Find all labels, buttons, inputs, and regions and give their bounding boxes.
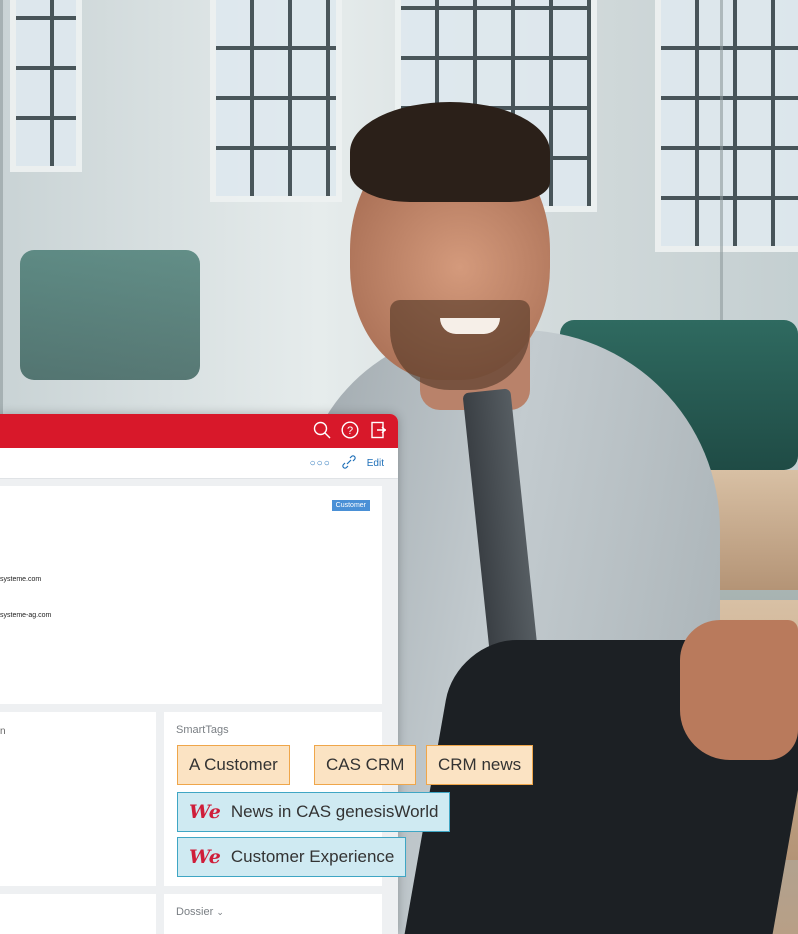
link-icon[interactable] [341, 455, 357, 472]
app-header: ? [0, 414, 398, 448]
help-icon[interactable]: ? [340, 420, 360, 440]
office-window [10, 0, 82, 172]
smarttag-label: A Customer [189, 755, 278, 774]
edit-button[interactable]: Edit [367, 458, 384, 469]
status-badge: Customer [331, 500, 370, 511]
dossier-label: Dossier [176, 906, 214, 918]
person-hand [680, 620, 798, 760]
record-details-panel: Customer systeme.com systeme-ag.com [0, 486, 382, 704]
more-dots-icon[interactable]: ○○○ [310, 458, 331, 469]
smarttag-label: CRM news [438, 755, 522, 774]
smarttag[interactable]: A Customer [177, 745, 290, 785]
person-hair [350, 102, 550, 202]
info-panel-bottom [0, 894, 156, 934]
email-link[interactable]: systeme-ag.com [0, 612, 51, 619]
svg-text:?: ? [347, 425, 353, 437]
smarttag[interactable]: We Customer Experience [177, 837, 407, 877]
smarttag-label: Customer Experience [230, 847, 395, 866]
info-panel: n [0, 712, 156, 886]
logout-icon[interactable] [368, 420, 388, 440]
glass-partition [0, 0, 3, 420]
smarttag-label: News in CAS genesisWorld [230, 802, 439, 821]
email-link[interactable]: systeme.com [0, 576, 41, 583]
smarttags-title: SmartTags [176, 724, 229, 736]
smarttag[interactable]: CRM news [426, 745, 534, 785]
record-toolbar: ○○○ Edit [0, 448, 398, 479]
smarttag[interactable]: We News in CAS genesisWorld [177, 792, 451, 832]
search-icon[interactable] [312, 420, 332, 440]
sofa [20, 250, 200, 380]
smarttag[interactable]: CAS CRM [314, 745, 417, 785]
person-smile [440, 318, 500, 334]
smarttag-label: CAS CRM [326, 755, 405, 774]
dossier-title[interactable]: Dossier ⌄ [176, 906, 224, 918]
we-logo-icon: We [189, 801, 221, 823]
dossier-panel: Dossier ⌄ [164, 894, 382, 934]
chevron-down-icon: ⌄ [216, 907, 224, 917]
office-window [210, 0, 342, 202]
office-window [655, 0, 798, 252]
header-icons: ? [312, 420, 388, 440]
panel-title: n [0, 726, 6, 737]
we-logo-icon: We [189, 846, 221, 868]
